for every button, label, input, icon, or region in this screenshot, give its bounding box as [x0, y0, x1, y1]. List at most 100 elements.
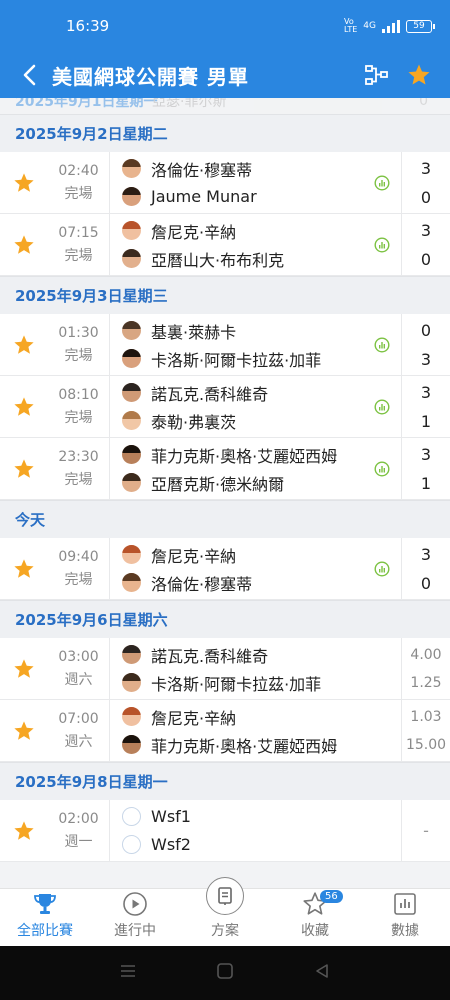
- match-row[interactable]: 09:40 完場 詹尼克·辛納 洛倫佐·穆塞蒂 30: [0, 538, 450, 600]
- score: 03: [402, 314, 450, 375]
- tab-favorites[interactable]: 56 收藏: [270, 889, 360, 946]
- score-away: 1: [420, 411, 432, 431]
- player-name: 基裏·萊赫卡: [151, 322, 237, 342]
- placeholder-avatar-icon: [122, 807, 141, 826]
- stats-button[interactable]: [362, 438, 402, 499]
- score-away: 1: [420, 473, 432, 493]
- stats-placeholder: [362, 700, 402, 761]
- player-avatar: [122, 221, 141, 240]
- match-row[interactable]: 07:00 週六 詹尼克·辛納 菲力克斯·奧格·艾麗婭西姆 1.03 15.00: [0, 700, 450, 762]
- score-home: 3: [420, 544, 432, 564]
- match-row[interactable]: 08:10 完場 諾瓦克.喬科維奇 泰勒·弗裏茨 31: [0, 376, 450, 438]
- player-name: 洛倫佐·穆塞蒂: [151, 160, 253, 180]
- score: 31: [402, 376, 450, 437]
- favorite-star-button[interactable]: [0, 152, 48, 213]
- players: 諾瓦克.喬科維奇 泰勒·弗裏茨: [110, 376, 362, 437]
- tab-all-matches[interactable]: 全部比賽: [0, 889, 90, 946]
- player-avatar: [122, 159, 141, 178]
- favorite-star-button[interactable]: [0, 214, 48, 275]
- player-avatar: [122, 735, 141, 754]
- back-triangle-icon[interactable]: [313, 962, 331, 984]
- player-row: 詹尼克·辛納: [122, 544, 362, 566]
- match-time: 01:30 完場: [48, 314, 110, 375]
- player-name: 卡洛斯·阿爾卡拉茲·加菲: [151, 674, 322, 694]
- player-row: 卡洛斯·阿爾卡拉茲·加菲: [122, 672, 362, 694]
- score: 30: [402, 214, 450, 275]
- player-name: 諾瓦克.喬科維奇: [151, 384, 269, 404]
- plan-icon: [206, 877, 244, 915]
- tab-live[interactable]: 進行中: [90, 889, 180, 946]
- stats-chart-icon: [373, 236, 390, 253]
- odds-home: 1.03: [410, 708, 442, 725]
- stats-button[interactable]: [362, 152, 402, 213]
- stats-button[interactable]: [362, 314, 402, 375]
- home-icon[interactable]: [216, 962, 234, 984]
- stats-button[interactable]: [362, 214, 402, 275]
- start-time: 23:30: [58, 448, 99, 465]
- favorite-star-button[interactable]: [0, 438, 48, 499]
- player-avatar: [122, 545, 141, 564]
- back-button[interactable]: [12, 58, 46, 92]
- date-header: 今天: [0, 500, 450, 538]
- stats-chart-icon: [373, 460, 390, 477]
- player-avatar: [122, 573, 141, 592]
- player-row: 洛倫佐·穆塞蒂: [122, 158, 362, 180]
- player-avatar: [122, 645, 141, 664]
- menu-icon[interactable]: [119, 963, 137, 983]
- signal-icon: [382, 19, 400, 33]
- favorite-star-button[interactable]: [0, 314, 48, 375]
- bracket-button[interactable]: [358, 56, 396, 94]
- score: 30: [402, 152, 450, 213]
- app-root: 16:39 Vo LTE 4G 59 美國網球公開賽 男單 2025年9月1日星…: [0, 0, 450, 1000]
- tab-plan[interactable]: 方案: [180, 877, 270, 946]
- player-row: 諾瓦克.喬科維奇: [122, 382, 362, 404]
- match-row[interactable]: 03:00 週六 諾瓦克.喬科維奇 卡洛斯·阿爾卡拉茲·加菲 4.00 1.25: [0, 638, 450, 700]
- match-row[interactable]: 23:30 完場 菲力克斯·奧格·艾麗婭西姆 亞曆克斯·德米納爾 31: [0, 438, 450, 500]
- previous-ghost-text: 亞瑟·菲尔斯: [152, 98, 227, 110]
- match-row[interactable]: 01:30 完場 基裏·萊赫卡 卡洛斯·阿爾卡拉茲·加菲 03: [0, 314, 450, 376]
- match-time: 07:15 完場: [48, 214, 110, 275]
- player-row: 諾瓦克.喬科維奇: [122, 644, 362, 666]
- match-row[interactable]: 02:40 完場 洛倫佐·穆塞蒂 Jaume Munar 30: [0, 152, 450, 214]
- favorite-star-button[interactable]: [0, 538, 48, 599]
- tab-label: 全部比賽: [17, 923, 73, 939]
- player-row: Wsf1: [122, 806, 362, 828]
- previous-date-header: 2025年9月1日星期一 亞瑟·菲尔斯 0: [0, 98, 450, 114]
- odds-away: 15.00: [405, 736, 447, 753]
- star-icon: [14, 658, 34, 678]
- start-time: 01:30: [58, 324, 99, 341]
- star-icon: [14, 396, 34, 416]
- match-list[interactable]: 2025年9月1日星期一 亞瑟·菲尔斯 0 2025年9月2日星期二 02:40…: [0, 98, 450, 888]
- match-row[interactable]: 02:00 週一 Wsf1 Wsf2 -: [0, 800, 450, 862]
- favorite-tournament-button[interactable]: [400, 56, 438, 94]
- favorite-star-button[interactable]: [0, 638, 48, 699]
- system-nav-bar: [0, 946, 450, 1000]
- favorite-star-button[interactable]: [0, 800, 48, 861]
- stats-chart-icon: [373, 336, 390, 353]
- start-time: 02:40: [58, 162, 99, 179]
- start-time: 09:40: [58, 548, 99, 565]
- start-time: 08:10: [58, 386, 99, 403]
- favorite-star-button[interactable]: [0, 376, 48, 437]
- player-avatar: [122, 473, 141, 492]
- match-status: 週六: [64, 671, 93, 688]
- match-status: 週六: [64, 733, 93, 750]
- player-name: 菲力克斯·奧格·艾麗婭西姆: [151, 736, 338, 756]
- match-row[interactable]: 07:15 完場 詹尼克·辛納 亞曆山大·布布利克 30: [0, 214, 450, 276]
- score-away: 3: [420, 349, 432, 369]
- player-row: 洛倫佐·穆塞蒂: [122, 572, 362, 594]
- match-time: 23:30 完場: [48, 438, 110, 499]
- stats-button[interactable]: [362, 376, 402, 437]
- score-home: 3: [420, 382, 432, 402]
- match-status: 完場: [64, 185, 93, 202]
- favorite-star-button[interactable]: [0, 700, 48, 761]
- previous-ghost-score: 0: [419, 98, 428, 109]
- date-header: 2025年9月6日星期六: [0, 600, 450, 638]
- nav-bar: 美國網球公開賽 男單: [0, 52, 450, 98]
- tab-data[interactable]: 數據: [360, 889, 450, 946]
- stats-placeholder: [362, 800, 402, 861]
- star-icon: [14, 720, 34, 740]
- stats-button[interactable]: [362, 538, 402, 599]
- score-away: 0: [420, 187, 432, 207]
- start-time: 07:15: [58, 224, 99, 241]
